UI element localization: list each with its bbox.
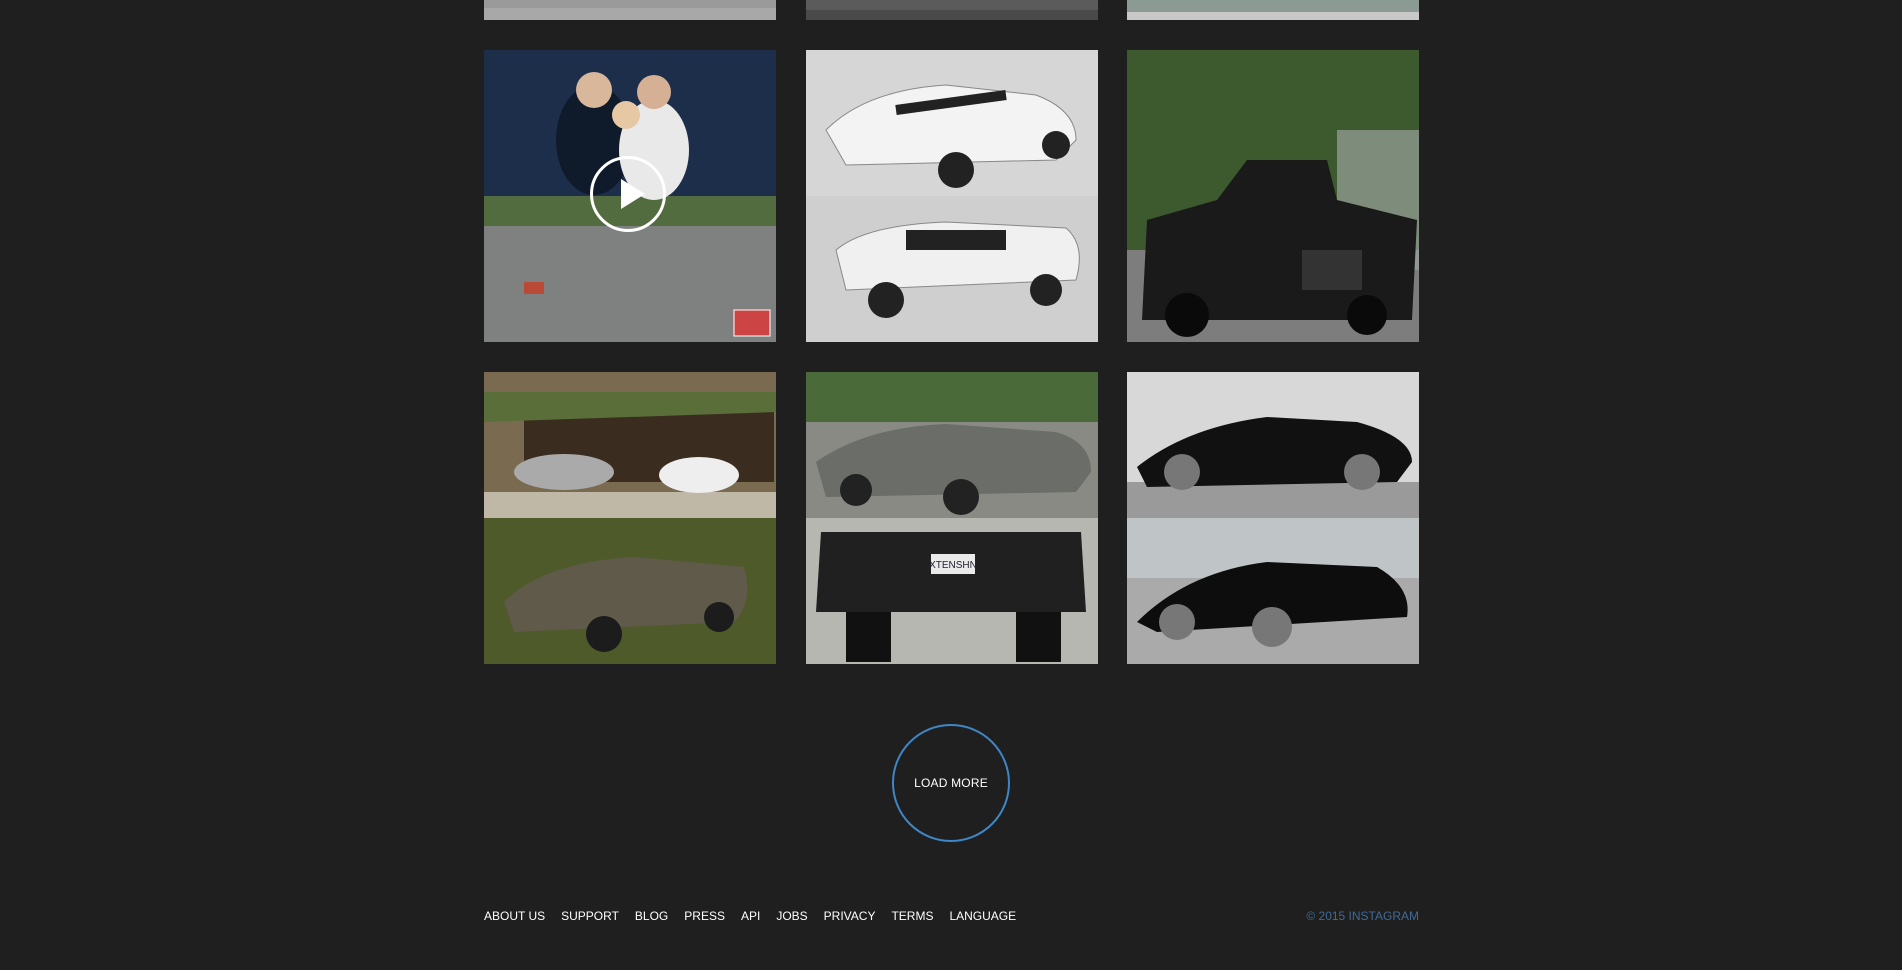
photo-tile-firebird[interactable] bbox=[1127, 372, 1419, 664]
footer-link-terms[interactable]: TERMS bbox=[891, 909, 933, 923]
footer-link-api[interactable]: API bbox=[741, 909, 760, 923]
copyright-text: © 2015 INSTAGRAM bbox=[1306, 909, 1419, 923]
footer-link-support[interactable]: SUPPORT bbox=[561, 909, 619, 923]
photo-tile-mustang[interactable] bbox=[484, 372, 776, 664]
footer-link-blog[interactable]: BLOG bbox=[635, 909, 668, 923]
load-more-button[interactable]: LOAD MORE bbox=[892, 724, 1010, 842]
photo-tile-strip-1[interactable] bbox=[484, 0, 776, 20]
play-icon[interactable] bbox=[590, 156, 666, 232]
photo-tile-chevelle[interactable]: XTENSHN bbox=[806, 372, 1098, 664]
photo-tile-strip-2[interactable] bbox=[806, 0, 1098, 20]
footer-link-language[interactable]: LANGUAGE bbox=[949, 909, 1016, 923]
photo-tile-camaro[interactable] bbox=[806, 50, 1098, 342]
load-more-label: LOAD MORE bbox=[914, 776, 988, 790]
footer-link-jobs[interactable]: JOBS bbox=[776, 909, 807, 923]
footer-link-about[interactable]: ABOUT US bbox=[484, 909, 545, 923]
footer-links: ABOUT US SUPPORT BLOG PRESS API JOBS PRI… bbox=[484, 909, 1016, 923]
footer-link-press[interactable]: PRESS bbox=[684, 909, 725, 923]
footer-link-privacy[interactable]: PRIVACY bbox=[824, 909, 876, 923]
photo-tile-strip-3[interactable] bbox=[1127, 0, 1419, 20]
plate-text: XTENSHN bbox=[929, 560, 977, 571]
video-tile[interactable] bbox=[484, 50, 776, 342]
photo-tile-black-truck[interactable] bbox=[1127, 50, 1419, 342]
footer: ABOUT US SUPPORT BLOG PRESS API JOBS PRI… bbox=[484, 909, 1419, 925]
